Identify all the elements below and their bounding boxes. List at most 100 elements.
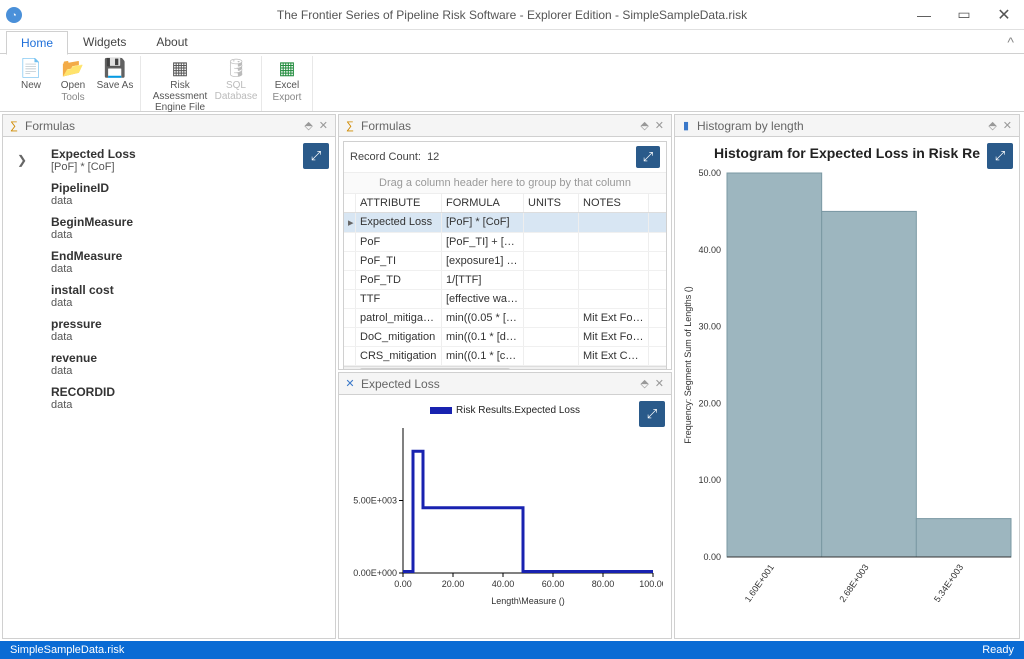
panel-pin-icon[interactable]: ⬘ bbox=[637, 119, 651, 132]
svg-text:80.00: 80.00 bbox=[592, 579, 615, 589]
tree-collapse-icon[interactable]: ❯ bbox=[17, 153, 27, 167]
save-icon: 💾 bbox=[104, 57, 126, 79]
new-file-icon: 📄 bbox=[20, 57, 42, 79]
svg-text:0.00: 0.00 bbox=[394, 579, 412, 589]
ribbon-collapse-icon[interactable]: ^ bbox=[1007, 34, 1014, 50]
svg-text:100.00: 100.00 bbox=[639, 579, 663, 589]
svg-text:5.34E+003: 5.34E+003 bbox=[932, 562, 965, 604]
svg-text:Length\Measure (): Length\Measure () bbox=[491, 596, 565, 606]
chart-expand-button[interactable]: ⤢ bbox=[639, 401, 665, 427]
tab-widgets[interactable]: Widgets bbox=[68, 30, 141, 54]
ribbon-new-button[interactable]: 📄New bbox=[10, 56, 52, 92]
ribbon: 📄New 📂Open 💾Save As Tools ▦Risk Assessme… bbox=[0, 54, 1024, 112]
statusbar-status: Ready bbox=[982, 644, 1014, 656]
chart-expand-button[interactable]: ⤢ bbox=[987, 143, 1013, 169]
close-button[interactable]: ✕ bbox=[984, 0, 1024, 30]
titlebar-title: The Frontier Series of Pipeline Risk Sof… bbox=[277, 8, 747, 22]
scroll-thumb[interactable] bbox=[360, 368, 510, 369]
svg-text:0.00: 0.00 bbox=[703, 552, 721, 562]
panel-pin-icon[interactable]: ⬘ bbox=[301, 119, 315, 132]
svg-text:40.00: 40.00 bbox=[698, 245, 721, 255]
grid-header-row: ATTRIBUTE FORMULA UNITS NOTES bbox=[344, 194, 666, 213]
ribbon-group-export-label: Export bbox=[273, 92, 302, 103]
formula-icon: ∑ bbox=[343, 119, 357, 133]
panel-close-icon[interactable]: ✕ bbox=[652, 377, 667, 390]
svg-text:40.00: 40.00 bbox=[492, 579, 515, 589]
svg-text:5.00E+003: 5.00E+003 bbox=[353, 496, 397, 506]
ribbon-open-button[interactable]: 📂Open bbox=[52, 56, 94, 92]
tree-item-pipelineid[interactable]: PipelineIDdata bbox=[51, 181, 327, 207]
table-row[interactable]: patrol_mitigationmin((0.05 * [patro...Mi… bbox=[344, 309, 666, 328]
ribbon-risk-file-button[interactable]: ▦Risk Assessment Engine File bbox=[145, 56, 215, 114]
minimize-button[interactable]: — bbox=[904, 0, 944, 30]
database-icon: 🛢 bbox=[225, 57, 247, 79]
tab-home[interactable]: Home bbox=[6, 31, 68, 55]
grid-expand-button[interactable]: ⤢ bbox=[636, 146, 660, 168]
panel-close-icon[interactable]: ✕ bbox=[1000, 119, 1015, 132]
table-row[interactable]: DoC_mitigationmin((0.1 * [depth...Mit Ex… bbox=[344, 328, 666, 347]
histogram-chart: 0.00 10.00 20.00 30.00 40.00 50.00 Frequency: … bbox=[679, 167, 1015, 617]
titlebar: ◔ The Frontier Series of Pipeline Risk S… bbox=[0, 0, 1024, 30]
app-icon: ◔ bbox=[6, 7, 22, 23]
table-row[interactable]: CRS_mitigationmin((0.1 * [coatin...Mit E… bbox=[344, 347, 666, 366]
open-folder-icon: 📂 bbox=[62, 57, 84, 79]
expand-button[interactable]: ⤢ bbox=[303, 143, 329, 169]
statusbar-file: SimpleSampleData.risk bbox=[10, 644, 124, 656]
tree-view: Expected Loss[PoF] * [CoF] PipelineIDdat… bbox=[7, 141, 331, 425]
svg-text:1.60E+001: 1.60E+001 bbox=[743, 562, 776, 604]
tree-item-revenue[interactable]: revenuedata bbox=[51, 351, 327, 377]
histogram-icon: ▮ bbox=[679, 119, 693, 133]
tree-item-install-cost[interactable]: install costdata bbox=[51, 283, 327, 309]
ribbon-group-tools-label: Tools bbox=[61, 92, 84, 103]
tree-item-expected-loss[interactable]: Expected Loss[PoF] * [CoF] bbox=[51, 147, 327, 173]
statusbar: SimpleSampleData.risk Ready bbox=[0, 641, 1024, 659]
grid-icon: ▦ bbox=[169, 57, 191, 79]
svg-text:0.00E+000: 0.00E+000 bbox=[353, 568, 397, 578]
panel-header-formulas-mid: ∑ Formulas ⬘ ✕ bbox=[339, 115, 671, 137]
excel-icon: ▦ bbox=[276, 57, 298, 79]
ribbon-excel-button[interactable]: ▦Excel bbox=[266, 56, 308, 92]
menu-tabs: Home Widgets About ^ bbox=[0, 30, 1024, 54]
panel-close-icon[interactable]: ✕ bbox=[652, 119, 667, 132]
grid-header-units[interactable]: UNITS bbox=[524, 194, 579, 212]
svg-text:20.00: 20.00 bbox=[442, 579, 465, 589]
table-row[interactable]: ▸Expected Loss[PoF] * [CoF] bbox=[344, 213, 666, 233]
panel-pin-icon[interactable]: ⬘ bbox=[985, 119, 999, 132]
tab-about[interactable]: About bbox=[141, 30, 202, 54]
svg-text:2.68E+003: 2.68E+003 bbox=[837, 562, 870, 604]
grid-header-attribute[interactable]: ATTRIBUTE bbox=[356, 194, 442, 212]
tree-item-pressure[interactable]: pressuredata bbox=[51, 317, 327, 343]
tree-item-recordid[interactable]: RECORDIDdata bbox=[51, 385, 327, 411]
svg-text:60.00: 60.00 bbox=[542, 579, 565, 589]
panel-pin-icon[interactable]: ⬘ bbox=[637, 377, 651, 390]
tree-item-endmeasure[interactable]: EndMeasuredata bbox=[51, 249, 327, 275]
svg-text:50.00: 50.00 bbox=[698, 168, 721, 178]
table-row[interactable]: TTF[effective wall thi... bbox=[344, 290, 666, 309]
formula-icon: ∑ bbox=[7, 119, 21, 133]
grid-group-drop-area[interactable]: Drag a column header here to group by th… bbox=[344, 172, 666, 194]
chart-legend: Risk Results.Expected Loss bbox=[343, 399, 667, 418]
ribbon-sql-button: 🛢SQL Database bbox=[215, 56, 257, 114]
svg-text:Frequency: Segment Sum of Leng: Frequency: Segment Sum of Lengths () bbox=[683, 286, 693, 444]
svg-text:20.00: 20.00 bbox=[698, 398, 721, 408]
ribbon-save-as-button[interactable]: 💾Save As bbox=[94, 56, 136, 92]
maximize-button[interactable]: ▭ bbox=[944, 0, 984, 30]
tree-item-beginmeasure[interactable]: BeginMeasuredata bbox=[51, 215, 327, 241]
table-row[interactable]: PoF_TI[exposure1] * (1-[... bbox=[344, 252, 666, 271]
grid-header-notes[interactable]: NOTES bbox=[579, 194, 649, 212]
scroll-right-arrow[interactable]: ► bbox=[652, 367, 666, 369]
panel-close-icon[interactable]: ✕ bbox=[316, 119, 331, 132]
panel-header-formulas-left: ∑ Formulas ⬘ ✕ bbox=[3, 115, 335, 137]
line-chart: 0.00E+000 5.00E+003 0.00 20.00 40.00 60.00 80.… bbox=[343, 418, 663, 608]
grid-header-formula[interactable]: FORMULA bbox=[442, 194, 524, 212]
scroll-left-arrow[interactable]: ◄ bbox=[344, 367, 358, 369]
chart-icon: ✕ bbox=[343, 377, 357, 391]
panel-header-histogram: ▮ Histogram by length ⬘ ✕ bbox=[675, 115, 1019, 137]
histogram-title: Histogram for Expected Loss in Risk Re bbox=[679, 141, 1015, 167]
grid-horizontal-scrollbar[interactable]: ◄ ► bbox=[344, 366, 666, 369]
svg-text:30.00: 30.00 bbox=[698, 322, 721, 332]
table-row[interactable]: PoF[PoF_TI] + [PoF_T... bbox=[344, 233, 666, 252]
table-row[interactable]: PoF_TD1/[TTF] bbox=[344, 271, 666, 290]
svg-text:10.00: 10.00 bbox=[698, 475, 721, 485]
panel-header-expected-loss: ✕ Expected Loss ⬘ ✕ bbox=[339, 373, 671, 395]
